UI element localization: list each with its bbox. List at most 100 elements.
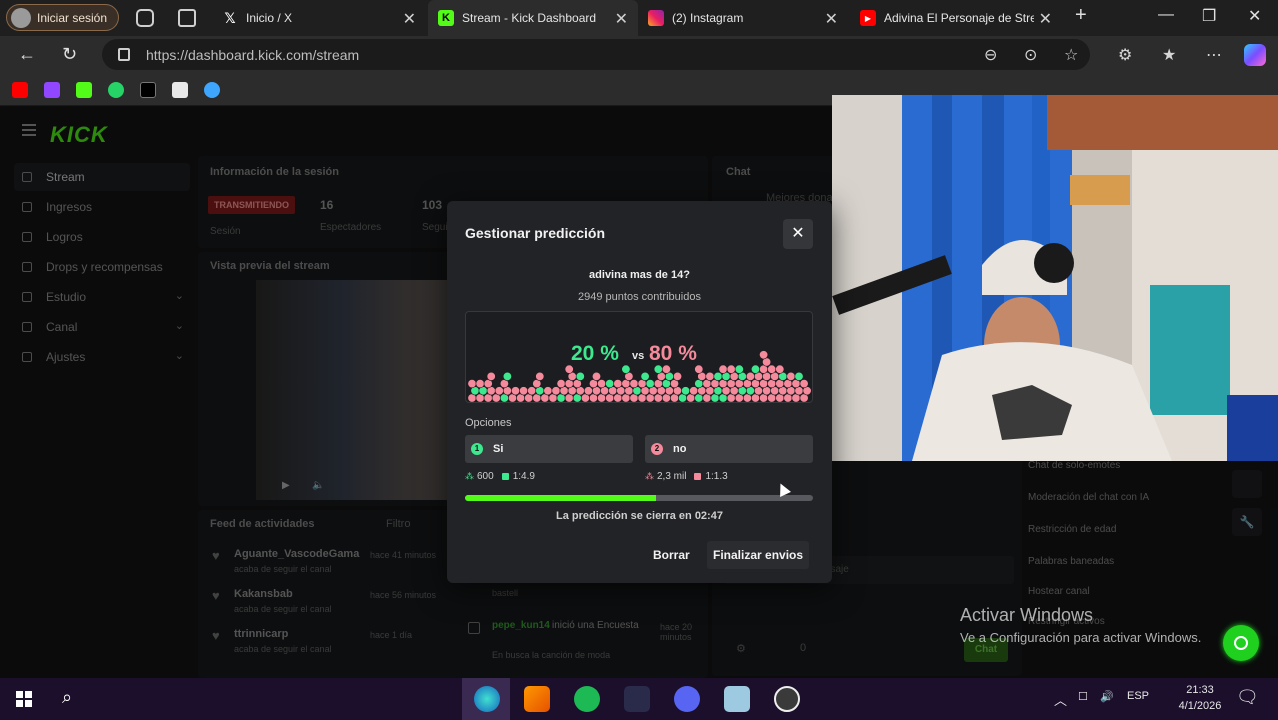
prediction-bubble: [535, 371, 545, 381]
instagram-icon: [648, 10, 664, 26]
whatsapp-bookmark-icon[interactable]: [108, 82, 124, 98]
time-progress-bar: [465, 495, 813, 501]
tab-kick-dashboard[interactable]: K Stream - Kick Dashboard ✕: [428, 0, 638, 36]
close-tab-icon[interactable]: ✕: [403, 9, 416, 29]
prediction-bubble: [726, 364, 736, 374]
tab-instagram[interactable]: (2) Instagram ✕: [638, 0, 848, 36]
prediction-points: 2949 puntos contribuidos: [578, 291, 701, 303]
modal-title: Gestionar predicción: [465, 225, 606, 241]
x-bookmark-icon[interactable]: [140, 82, 156, 98]
prediction-bubble: [799, 379, 809, 389]
prediction-bubble: [564, 364, 574, 374]
minimize-icon[interactable]: —: [1158, 6, 1174, 24]
kick-bookmark-icon[interactable]: [76, 82, 92, 98]
browser-tab-bar: Iniciar sesión 𝕏 Inicio / X ✕ K Stream -…: [0, 0, 1278, 36]
prediction-bubble: [759, 350, 769, 360]
network-icon[interactable]: ☐: [1078, 690, 1088, 703]
delete-button[interactable]: Borrar: [647, 541, 696, 569]
prediction-bubble: [694, 364, 704, 374]
vs-label: vs: [632, 350, 645, 362]
prediction-bubble: [597, 379, 607, 389]
obs-icon[interactable]: [774, 686, 800, 712]
clock-date[interactable]: 4/1/2026: [1166, 700, 1234, 712]
new-tab-icon[interactable]: +: [1075, 4, 1087, 27]
windows-start-icon[interactable]: [16, 691, 32, 707]
users-icon: ⁂: [645, 471, 654, 481]
profile-signin-button[interactable]: Iniciar sesión: [6, 4, 119, 31]
prediction-bubble: [718, 364, 728, 374]
prediction-bubble: [681, 386, 691, 396]
favorite-star-icon[interactable]: ☆: [1064, 45, 1078, 65]
cloud-bookmark-icon[interactable]: [204, 82, 220, 98]
profile-signin-label: Iniciar sesión: [37, 10, 108, 25]
option-2-icon: 2: [651, 443, 663, 455]
volume-icon[interactable]: 🔊: [1100, 690, 1114, 703]
prediction-bubble: [592, 371, 602, 381]
reload-icon[interactable]: ↻: [62, 44, 77, 65]
youtube-bookmark-icon[interactable]: [12, 82, 28, 98]
ratio-icon: [501, 473, 509, 480]
lock-icon: [118, 48, 130, 61]
option-yes[interactable]: 1 Si: [465, 435, 633, 463]
option-no[interactable]: 2 no: [645, 435, 813, 463]
more-menu-icon[interactable]: ⋯: [1206, 45, 1222, 65]
notifications-icon[interactable]: 🗨: [1236, 687, 1259, 708]
address-bar-row: ← ↻ https://dashboard.kick.com/stream ⊖ …: [0, 36, 1278, 74]
prediction-bubble: [750, 364, 760, 374]
prediction-bubble: [502, 371, 512, 381]
language-indicator[interactable]: ESP: [1127, 690, 1149, 702]
zoom-icon[interactable]: ⊖: [984, 45, 997, 65]
prediction-bubble: [705, 371, 715, 381]
prediction-bubble: [713, 371, 723, 381]
edge-app-icon[interactable]: [474, 686, 500, 712]
prediction-bubble: [734, 364, 744, 374]
webcam-scene: [832, 95, 1278, 461]
no-points: 2,3 mil: [657, 471, 687, 482]
prediction-bubble: [629, 379, 639, 389]
time-progress-fill: [465, 495, 657, 501]
xsplit-icon[interactable]: [624, 686, 650, 712]
restore-icon[interactable]: ❐: [1202, 6, 1216, 26]
read-aloud-icon[interactable]: ⊙: [1024, 45, 1037, 65]
copilot-icon[interactable]: [1244, 44, 1266, 66]
extensions-icon[interactable]: ⚙: [1118, 45, 1132, 65]
fl-studio-icon[interactable]: [524, 686, 550, 712]
close-tab-icon[interactable]: ✕: [615, 9, 628, 29]
window-close-icon[interactable]: ✕: [1248, 6, 1261, 26]
notepad-icon[interactable]: [724, 686, 750, 712]
favorites-icon[interactable]: ★: [1162, 45, 1176, 65]
notion-bookmark-icon[interactable]: [172, 82, 188, 98]
spotify-icon[interactable]: [574, 686, 600, 712]
prediction-bubble: [527, 386, 537, 396]
twitch-bookmark-icon[interactable]: [44, 82, 60, 98]
x-logo-icon: 𝕏: [224, 9, 236, 26]
activate-windows-title: Activar Windows: [960, 605, 1094, 625]
options-label: Opciones: [465, 417, 512, 429]
finish-submissions-button[interactable]: Finalizar envios: [707, 541, 810, 569]
tab-actions-icon[interactable]: [178, 9, 196, 27]
tab-x[interactable]: 𝕏 Inicio / X ✕: [212, 0, 426, 36]
url-input[interactable]: https://dashboard.kick.com/stream: [102, 39, 1090, 70]
users-icon: ⁂: [465, 471, 474, 481]
prediction-bubble: [519, 386, 529, 396]
prediction-bubble: [767, 364, 777, 374]
prediction-bubble: [745, 371, 755, 381]
discord-icon[interactable]: [674, 686, 700, 712]
tray-chevron-icon[interactable]: ︿: [1054, 690, 1067, 709]
workspaces-icon[interactable]: [136, 9, 154, 27]
prediction-bubble: [653, 364, 663, 374]
prediction-bubble: [583, 386, 593, 396]
prediction-closes-text: La predicción se cierra en 02:47: [556, 510, 723, 522]
clock-time[interactable]: 21:33: [1170, 684, 1230, 696]
tab-youtube[interactable]: ▶ Adivina El Personaje de Strea ✕: [850, 0, 1062, 36]
prediction-bubble: [510, 386, 520, 396]
close-tab-icon[interactable]: ✕: [1039, 9, 1052, 29]
back-icon[interactable]: ←: [18, 44, 36, 65]
close-tab-icon[interactable]: ✕: [825, 9, 838, 29]
prediction-bubble: [613, 379, 623, 389]
prediction-bubble: [689, 386, 699, 396]
close-icon[interactable]: ✕: [783, 219, 813, 249]
prediction-bubble: [775, 364, 785, 374]
search-icon[interactable]: ⌕: [62, 687, 72, 708]
green-floating-button[interactable]: [1223, 625, 1259, 661]
